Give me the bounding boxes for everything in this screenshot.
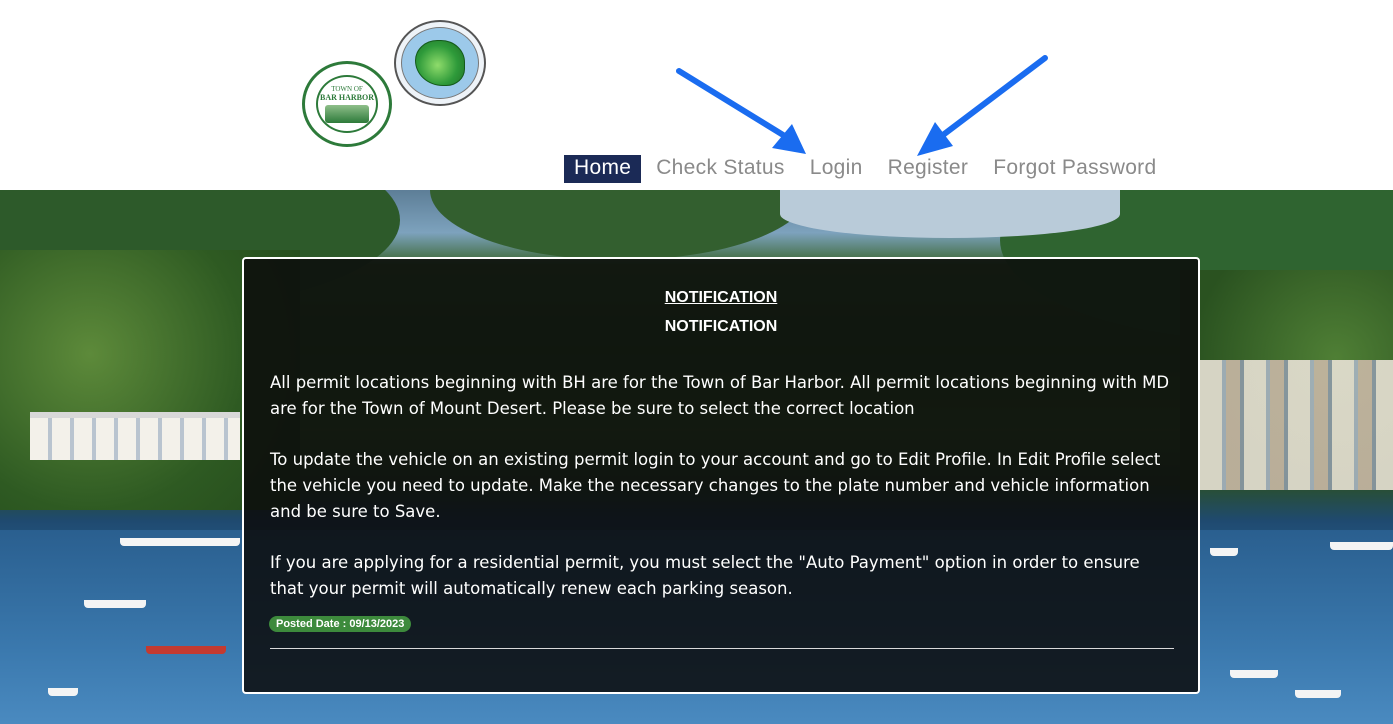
nav-register[interactable]: Register — [878, 155, 979, 183]
nav-check-status[interactable]: Check Status — [646, 155, 795, 183]
nav-forgot-password[interactable]: Forgot Password — [983, 155, 1166, 183]
bar-harbor-seal-logo: TOWN OF BAR HARBOR — [302, 61, 392, 147]
seal-text: BAR HARBOR — [319, 93, 374, 102]
notification-paragraph: All permit locations beginning with BH a… — [270, 373, 1170, 418]
notification-paragraph: If you are applying for a residential pe… — [270, 553, 1140, 598]
annotation-arrow-login — [676, 68, 806, 154]
notification-title-underlined: NOTIFICATION — [664, 289, 778, 306]
site-header: TOWN OF BAR HARBOR Home Check Status Log… — [0, 0, 1393, 190]
notification-paragraph: To update the vehicle on an existing per… — [270, 450, 1161, 521]
annotation-arrow-register — [917, 55, 1048, 156]
notification-title: NOTIFICATION — [664, 318, 778, 335]
island-map-icon — [415, 40, 465, 86]
notification-panel: NOTIFICATION NOTIFICATION All permit loc… — [242, 257, 1200, 694]
nav-login[interactable]: Login — [800, 155, 873, 183]
main-nav: Home Check Status Login Register Forgot … — [564, 155, 1171, 183]
seal-text: TOWN OF — [331, 85, 363, 93]
posted-date-badge: Posted Date : 09/13/2023 — [269, 616, 412, 632]
mount-desert-seal-logo — [394, 20, 486, 106]
divider — [270, 648, 1174, 649]
seal-scene-icon — [325, 105, 369, 123]
nav-home[interactable]: Home — [564, 155, 642, 183]
